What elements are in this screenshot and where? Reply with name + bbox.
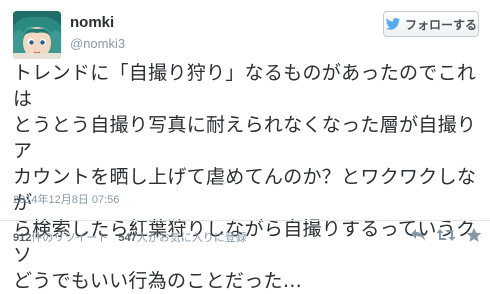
tweet-stats: 912 件のリツイート 547 人がお気に入りに登録 [13, 229, 247, 245]
user-name[interactable]: nomki [70, 14, 114, 31]
divider [0, 220, 490, 221]
tweet-text: トレンドに「自撮り狩り」なるものがあったのでこれは とうとう自撮り写真に耐えられ… [13, 62, 477, 292]
avatar[interactable] [13, 11, 61, 59]
favorite-star-icon[interactable] [464, 226, 484, 244]
reply-icon[interactable] [408, 226, 428, 244]
twitter-bird-icon [385, 18, 401, 30]
retweet-count[interactable]: 912 [13, 232, 31, 244]
retweet-icon[interactable] [436, 226, 456, 244]
retweet-count-label[interactable]: 件のリツイート [31, 229, 108, 245]
follow-button-label: フォローする [404, 17, 477, 32]
favorite-count[interactable]: 547 [118, 232, 136, 244]
tweet-timestamp[interactable]: 2014年12月8日 07:56 [13, 191, 119, 207]
favorite-count-label[interactable]: 人がお気に入りに登録 [137, 229, 247, 245]
user-handle[interactable]: @nomki3 [70, 36, 125, 51]
tweet-card: nomki @nomki3 フォローする トレンドに「自撮り狩り」なるものがあっ… [0, 0, 490, 292]
follow-button[interactable]: フォローする [383, 11, 479, 37]
tweet-actions [408, 226, 484, 244]
